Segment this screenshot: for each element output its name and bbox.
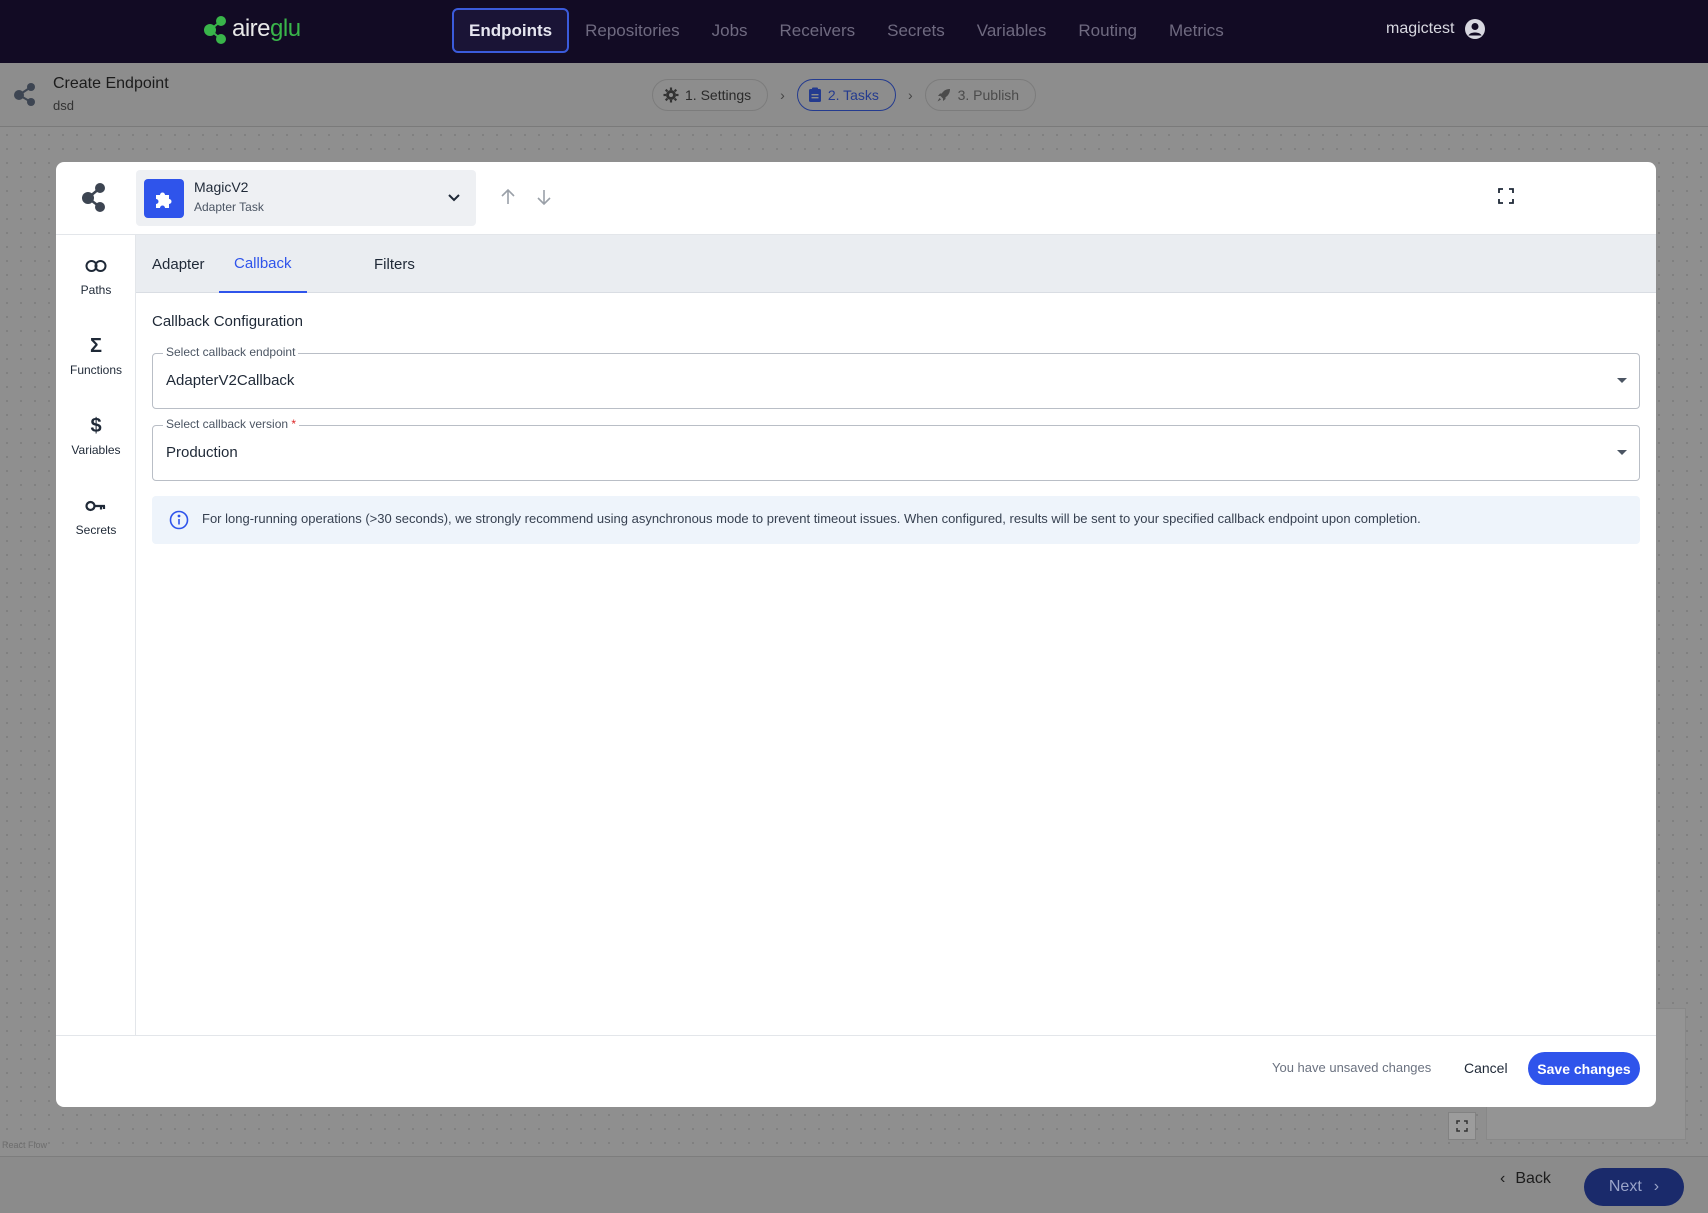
next-button-label: Next bbox=[1608, 1178, 1642, 1195]
sidebar-item-functions[interactable]: Σ Functions bbox=[56, 334, 136, 378]
nav-secrets[interactable]: Secrets bbox=[871, 8, 961, 53]
clipboard-icon bbox=[808, 87, 821, 102]
save-changes-button[interactable]: Save changes bbox=[1528, 1052, 1640, 1085]
chevron-down-icon bbox=[448, 194, 460, 202]
step-publish[interactable]: 3. Publish bbox=[924, 79, 1037, 111]
share-icon bbox=[82, 183, 105, 212]
page-title: Create Endpoint bbox=[53, 75, 169, 92]
nav-routing[interactable]: Routing bbox=[1062, 8, 1153, 53]
fit-view-icon bbox=[1456, 1120, 1468, 1132]
endpoint-share-icon bbox=[14, 83, 35, 106]
chevron-left-icon: ‹ bbox=[1500, 1170, 1506, 1187]
nav-metrics[interactable]: Metrics bbox=[1153, 8, 1240, 53]
dropdown-caret-icon bbox=[1617, 378, 1627, 383]
callback-endpoint-value: AdapterV2Callback bbox=[166, 372, 295, 389]
sidebar-item-label: Secrets bbox=[75, 523, 117, 537]
sidebar-item-secrets[interactable]: Secrets bbox=[56, 495, 136, 537]
gear-icon bbox=[663, 87, 679, 103]
info-alert: For long-running operations (>30 seconds… bbox=[152, 496, 1640, 544]
info-text: For long-running operations (>30 seconds… bbox=[202, 511, 1421, 526]
unsaved-changes-text: You have unsaved changes bbox=[1272, 1060, 1432, 1075]
fullscreen-icon[interactable] bbox=[1498, 188, 1514, 204]
main-nav: Endpoints Repositories Jobs Receivers Se… bbox=[452, 8, 1240, 53]
airglu-logo-icon bbox=[204, 16, 226, 44]
step-publish-label: 3. Publish bbox=[957, 87, 1020, 103]
nav-variables[interactable]: Variables bbox=[961, 8, 1063, 53]
move-down-icon[interactable] bbox=[536, 188, 552, 206]
sidebar-item-variables[interactable]: $ Variables bbox=[56, 414, 136, 458]
nav-jobs[interactable]: Jobs bbox=[696, 8, 764, 53]
fit-view-button[interactable] bbox=[1448, 1112, 1476, 1140]
brand-name: aireglu bbox=[232, 15, 301, 42]
user-menu[interactable]: magictest bbox=[1386, 18, 1486, 40]
step-settings[interactable]: 1. Settings bbox=[652, 79, 769, 111]
step-tasks[interactable]: 2. Tasks bbox=[796, 79, 896, 111]
user-avatar-icon bbox=[1465, 19, 1486, 39]
callback-version-label: Select callback version * bbox=[163, 417, 300, 431]
brand-logo[interactable]: aireglu bbox=[202, 14, 301, 44]
step-settings-label: 1. Settings bbox=[685, 87, 752, 103]
callback-panel: Callback Configuration Select callback e… bbox=[136, 293, 1656, 1035]
puzzle-icon bbox=[144, 179, 184, 218]
required-mark: * bbox=[291, 417, 297, 431]
sidebar-item-paths[interactable]: Paths bbox=[56, 255, 136, 297]
modal-header: MagicV2 Adapter Task bbox=[56, 162, 1656, 235]
chevron-right-icon: › bbox=[1653, 1178, 1660, 1195]
next-button[interactable]: Next › bbox=[1584, 1168, 1684, 1206]
tab-filters[interactable]: Filters bbox=[374, 235, 415, 293]
dollar-icon: $ bbox=[90, 414, 102, 437]
page-header: Create Endpoint dsd 1. Settings › 2. Tas… bbox=[0, 63, 1708, 127]
callback-version-value: Production bbox=[166, 444, 238, 461]
task-editor-modal: MagicV2 Adapter Task Paths Σ Functions $… bbox=[56, 162, 1656, 1107]
task-selector[interactable]: MagicV2 Adapter Task bbox=[136, 170, 476, 226]
sigma-icon: Σ bbox=[89, 334, 102, 357]
back-button-label: Back bbox=[1515, 1170, 1551, 1187]
nav-receivers[interactable]: Receivers bbox=[764, 8, 872, 53]
rocket-icon bbox=[937, 89, 950, 102]
sidebar-item-label: Functions bbox=[69, 363, 123, 377]
tab-callback[interactable]: Callback bbox=[219, 235, 307, 293]
dropdown-caret-icon bbox=[1617, 450, 1627, 455]
react-flow-attribution[interactable]: React Flow bbox=[2, 1140, 47, 1150]
nav-repositories[interactable]: Repositories bbox=[569, 8, 696, 53]
task-name: MagicV2 bbox=[194, 179, 249, 195]
page-subtitle: dsd bbox=[53, 98, 74, 113]
cancel-button[interactable]: Cancel bbox=[1464, 1060, 1508, 1076]
wizard-footer bbox=[0, 1156, 1708, 1213]
stepper: 1. Settings › 2. Tasks › 3. Publish bbox=[652, 79, 1037, 111]
modal-sidebar: Paths Σ Functions $ Variables Secrets bbox=[56, 235, 136, 1035]
top-nav: aireglu Endpoints Repositories Jobs Rece… bbox=[0, 0, 1708, 63]
modal-footer: You have unsaved changes Cancel Save cha… bbox=[56, 1035, 1656, 1107]
step-tasks-label: 2. Tasks bbox=[827, 87, 879, 103]
callback-version-select[interactable]: Select callback version * Production bbox=[152, 417, 1640, 481]
sidebar-item-label: Variables bbox=[71, 443, 121, 457]
key-icon bbox=[85, 500, 106, 512]
section-title: Callback Configuration bbox=[152, 313, 303, 330]
task-tabs: Adapter Callback Filters bbox=[136, 235, 1656, 293]
callback-endpoint-select[interactable]: Select callback endpoint AdapterV2Callba… bbox=[152, 345, 1640, 409]
tab-adapter[interactable]: Adapter bbox=[152, 235, 205, 293]
move-up-icon[interactable] bbox=[500, 188, 516, 206]
step-chevron-icon: › bbox=[780, 87, 785, 103]
callback-endpoint-label: Select callback endpoint bbox=[163, 345, 299, 359]
info-icon bbox=[169, 510, 189, 530]
task-type: Adapter Task bbox=[194, 200, 264, 214]
step-chevron-icon: › bbox=[907, 87, 913, 103]
link-icon bbox=[85, 260, 107, 272]
sidebar-item-label: Paths bbox=[80, 283, 112, 297]
back-button[interactable]: ‹ Back bbox=[1500, 1170, 1551, 1188]
nav-endpoints[interactable]: Endpoints bbox=[452, 8, 570, 53]
username: magictest bbox=[1386, 20, 1455, 37]
